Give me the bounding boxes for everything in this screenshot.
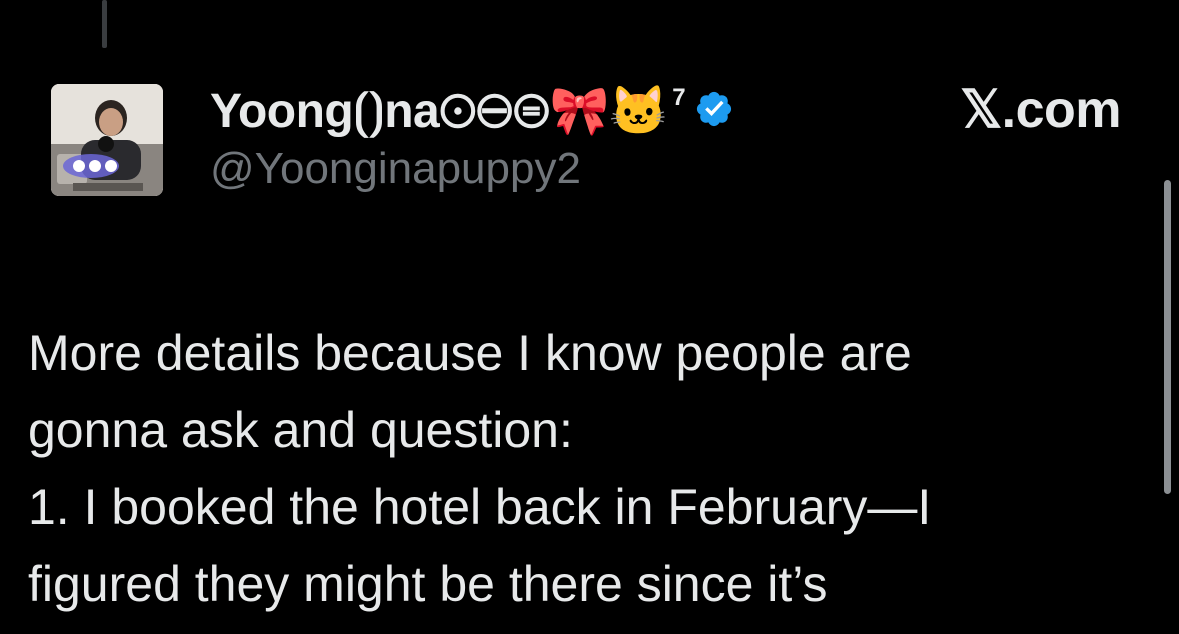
post-text-line: More details because I know people are — [28, 325, 912, 381]
avatar[interactable] — [51, 84, 163, 196]
author-name-row: Yoong⟮⟯na⊙⊖⊜🎀🐱 7 — [210, 80, 734, 142]
x-logo[interactable]: 𝕏.com — [960, 80, 1121, 140]
post-header: Yoong⟮⟯na⊙⊖⊜🎀🐱 7 @Yoonginapuppy2 — [210, 80, 734, 194]
post-text-line: gonna ask and question: — [28, 402, 573, 458]
author-handle[interactable]: @Yoonginapuppy2 — [210, 144, 734, 194]
author-name-superscript: 7 — [672, 84, 686, 111]
scrollbar[interactable] — [1164, 180, 1171, 494]
thread-connector-line — [102, 0, 107, 48]
post-text-line: 1. I booked the hotel back in February—I — [28, 479, 932, 535]
verified-badge-icon — [694, 89, 734, 134]
author-display-name[interactable]: Yoong⟮⟯na⊙⊖⊜🎀🐱 — [210, 82, 669, 140]
post-text: More details because I know people are g… — [28, 315, 1138, 623]
avatar-image — [51, 84, 163, 196]
site-label-text: 𝕏.com — [960, 81, 1121, 139]
post-text-line: figured they might be there since it’s — [28, 556, 828, 612]
